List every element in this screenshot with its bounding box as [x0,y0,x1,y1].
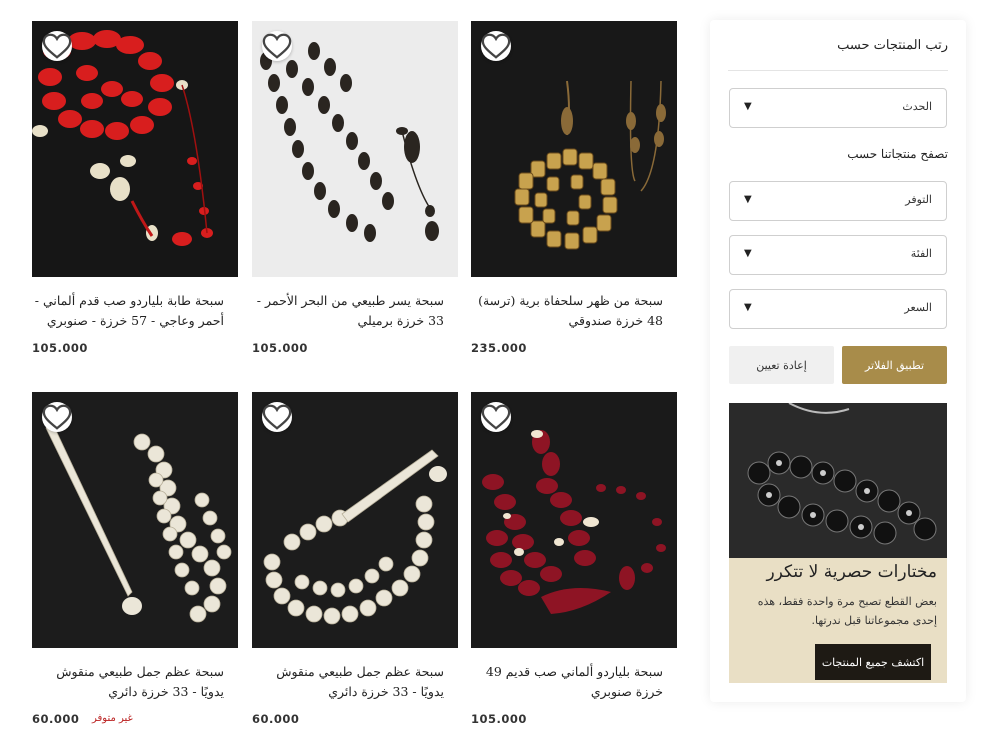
sort-select-value: الحدث [902,100,932,113]
product-title[interactable]: سبحة عظم جمل طبيعي منقوش يدويًا - 33 خرز… [32,662,224,702]
browse-title: تصفح منتجاتنا حسب [847,147,948,161]
availability-filter-label: التوفر [905,193,932,206]
product-title[interactable]: سبحة عظم جمل طبيعي منقوش يدويًا - 33 خرز… [252,662,444,702]
caret-down-icon: ▼ [744,194,752,205]
sort-select[interactable]: الحدث ▼ [729,88,947,128]
divider [728,70,948,71]
product-price: 235.000 [471,341,527,355]
price-filter-select[interactable]: السعر ▼ [729,289,947,329]
promo-body: مختارات حصرية لا تتكرر بعض القطع تصبح مر… [729,558,947,683]
caret-down-icon: ▼ [744,302,752,313]
product-title[interactable]: سبحة بلياردو ألماني صب قديم 49 خرزة صنوب… [471,662,663,702]
promo-text: بعض القطع تصبح مرة واحدة فقط، هذه إحدى م… [757,595,937,627]
promo-heading: مختارات حصرية لا تتكرر [766,562,937,582]
product-image[interactable] [252,21,458,277]
price-row: 105.000 [32,341,238,359]
product-price: 105.000 [471,712,527,726]
apply-filters-button[interactable]: تطبيق الفلاتر [842,346,947,384]
product-price: 105.000 [252,341,308,355]
product-title[interactable]: سبحة يسر طبيعي من البحر الأحمر - 33 خرزة… [252,291,444,331]
product-price: 60.000 [252,712,300,726]
promo-image-black-beads [729,403,947,558]
price-row: 60.000 غير متوفر [32,712,238,730]
filter-sidebar: رتب المنتجات حسب الحدث ▼ تصفح منتجاتنا ح… [710,20,966,702]
price-row: 60.000 [252,712,458,730]
product-image[interactable] [471,21,677,277]
out-of-stock-label: غير متوفر [92,713,133,724]
availability-filter-select[interactable]: التوفر ▼ [729,181,947,221]
product-image[interactable] [32,21,238,277]
promo-banner: مختارات حصرية لا تتكرر بعض القطع تصبح مر… [729,403,947,683]
discover-all-products-button[interactable]: اكتشف جميع المنتجات [815,644,931,680]
caret-down-icon: ▼ [744,248,752,259]
product-price: 105.000 [32,341,88,355]
sort-title: رتب المنتجات حسب [837,38,948,53]
product-title[interactable]: سبحة طابة بلياردو صب قدم ألماني - أحمر و… [32,291,224,331]
category-filter-select[interactable]: الفئة ▼ [729,235,947,275]
favorite-heart-icon[interactable] [262,402,292,432]
favorite-heart-icon[interactable] [481,31,511,61]
favorite-heart-icon[interactable] [42,402,72,432]
product-image[interactable] [32,392,238,648]
product-price: 60.000 [32,712,80,726]
category-filter-label: الفئة [910,247,932,260]
favorite-heart-icon[interactable] [262,31,292,61]
product-image[interactable] [471,392,677,648]
price-row: 105.000 [471,712,677,730]
product-title[interactable]: سبحة من ظهر سلحفاة برية (ترسة) 48 خرزة ص… [471,291,663,331]
favorite-heart-icon[interactable] [42,31,72,61]
reset-filters-button[interactable]: إعادة تعيين [729,346,834,384]
price-filter-label: السعر [904,301,932,314]
favorite-heart-icon[interactable] [481,402,511,432]
price-row: 105.000 [252,341,458,359]
caret-down-icon: ▼ [744,101,752,112]
product-image[interactable] [252,392,458,648]
price-row: 235.000 [471,341,677,359]
